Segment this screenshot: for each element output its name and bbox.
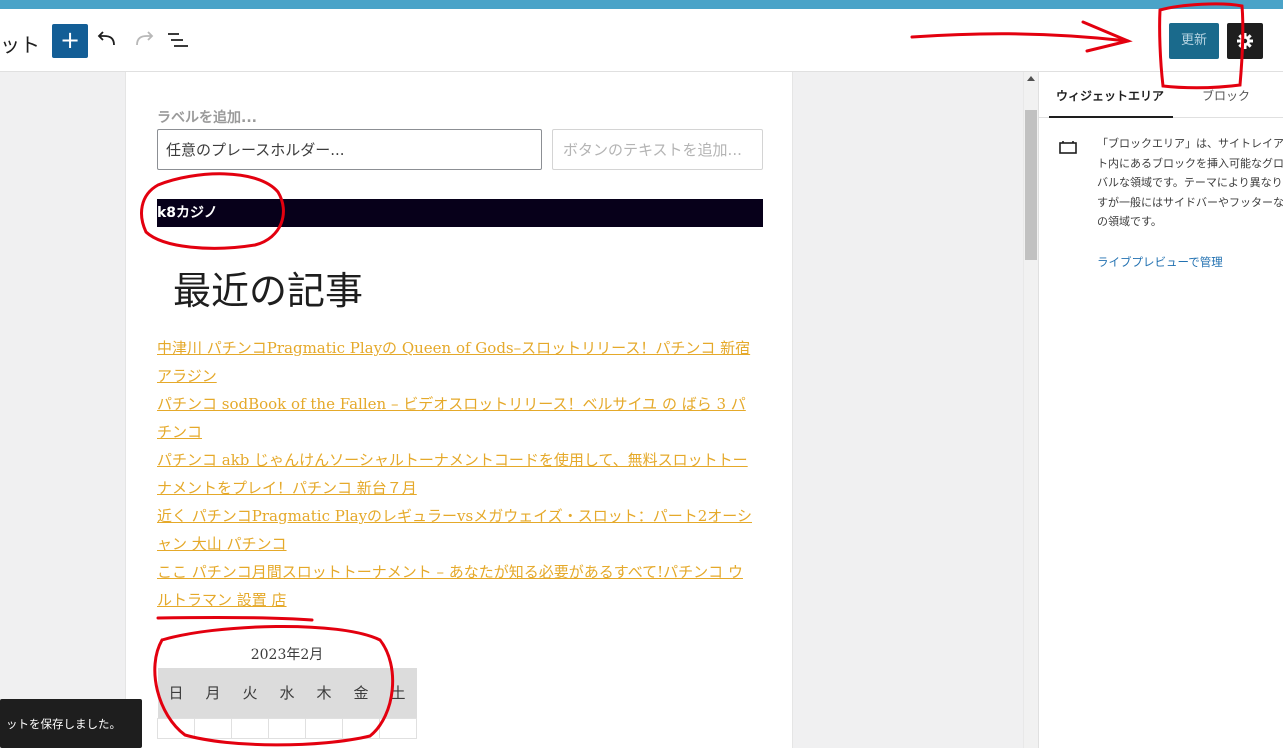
search-button-text-field[interactable]: ボタンのテキストを追加...	[552, 129, 763, 170]
manage-in-live-preview-link[interactable]: ライブプレビューで管理	[1097, 254, 1223, 270]
active-tab-indicator	[1049, 116, 1173, 118]
sidebar-tabs: ウィジェットエリア ブロック	[1039, 72, 1283, 118]
undo-icon[interactable]	[94, 25, 122, 55]
tab-widget-areas[interactable]: ウィジェットエリア	[1056, 87, 1164, 104]
page-title: ット	[0, 33, 40, 57]
add-block-button[interactable]: +	[52, 24, 88, 58]
canvas-scrollbar[interactable]	[1023, 72, 1038, 748]
weekday-header: 火	[231, 668, 269, 718]
widget-canvas: ラベルを追加... 任意のプレースホルダー... ボタンのテキストを追加... …	[125, 72, 793, 748]
search-input[interactable]: 任意のプレースホルダー...	[157, 129, 542, 170]
list-item: パチンコ sodBook of the Fallen – ビデオスロットリリース…	[157, 390, 757, 446]
update-button[interactable]: 更新	[1169, 23, 1219, 59]
scroll-thumb[interactable]	[1025, 110, 1037, 260]
post-link[interactable]: 中津川 パチンコPragmatic Playの Queen of Gods–スロ…	[157, 339, 750, 385]
list-item: 近く パチンコPragmatic Playのレギュラーvsメガウェイズ・スロット…	[157, 502, 757, 558]
calendar-cell	[268, 717, 306, 739]
widget-area-icon	[1059, 141, 1077, 154]
calendar-cell	[231, 717, 269, 739]
post-link[interactable]: パチンコ akb じゃんけんソーシャルトーナメントコードを使用して、無料スロット…	[157, 451, 748, 497]
calendar-cell	[157, 717, 195, 739]
calendar-cell	[342, 717, 380, 739]
tab-block[interactable]: ブロック	[1202, 87, 1250, 104]
redo-icon[interactable]	[129, 25, 157, 55]
gear-icon	[1237, 33, 1253, 49]
calendar-cell	[305, 717, 343, 739]
recent-posts-heading[interactable]: 最近の記事	[173, 260, 363, 315]
calendar-caption: 2023年2月	[250, 647, 324, 663]
widget-area-description: 「ブロックエリア」は、サイトレイアウト内にあるブロックを挿入可能なグローバルな領…	[1097, 137, 1283, 228]
weekday-header: 金	[342, 668, 380, 718]
scroll-up-arrow-icon[interactable]	[1027, 76, 1035, 81]
widget-title-bar[interactable]: k8カジノ	[157, 199, 763, 227]
list-item: パチンコ akb じゃんけんソーシャルトーナメントコードを使用して、無料スロット…	[157, 446, 757, 502]
save-notice-snackbar: ットを保存しました。	[0, 699, 142, 748]
weekday-header: 土	[379, 668, 417, 718]
top-accent-stripe	[0, 0, 1283, 9]
recent-posts-list: 中津川 パチンコPragmatic Playの Queen of Gods–スロ…	[157, 334, 757, 614]
editor-right-background	[793, 72, 1023, 748]
weekday-header: 水	[268, 668, 306, 718]
search-label-placeholder[interactable]: ラベルを追加...	[157, 107, 257, 127]
post-link[interactable]: パチンコ sodBook of the Fallen – ビデオスロットリリース…	[157, 395, 746, 441]
list-view-icon[interactable]	[165, 25, 193, 55]
list-item: 中津川 パチンコPragmatic Playの Queen of Gods–スロ…	[157, 334, 757, 390]
post-link[interactable]: ここ パチンコ月間スロットトーナメント – あなたが知る必要があるすべて!パチン…	[157, 563, 743, 609]
weekday-header: 日	[157, 668, 195, 718]
list-item: ここ パチンコ月間スロットトーナメント – あなたが知る必要があるすべて!パチン…	[157, 558, 757, 614]
settings-sidebar: ウィジェットエリア ブロック 「ブロックエリア」は、サイトレイアウト内にあるブロ…	[1038, 72, 1283, 748]
editor-toolbar: ット + 更新	[0, 9, 1283, 72]
post-link[interactable]: 近く パチンコPragmatic Playのレギュラーvsメガウェイズ・スロット…	[157, 507, 752, 553]
editor-left-background	[0, 72, 125, 748]
calendar-cell	[194, 717, 232, 739]
calendar-table[interactable]: 日 月 火 水 木 金 土	[157, 668, 417, 739]
calendar-cell	[379, 717, 417, 739]
settings-button[interactable]	[1227, 23, 1263, 59]
weekday-header: 月	[194, 668, 232, 718]
weekday-header: 木	[305, 668, 343, 718]
